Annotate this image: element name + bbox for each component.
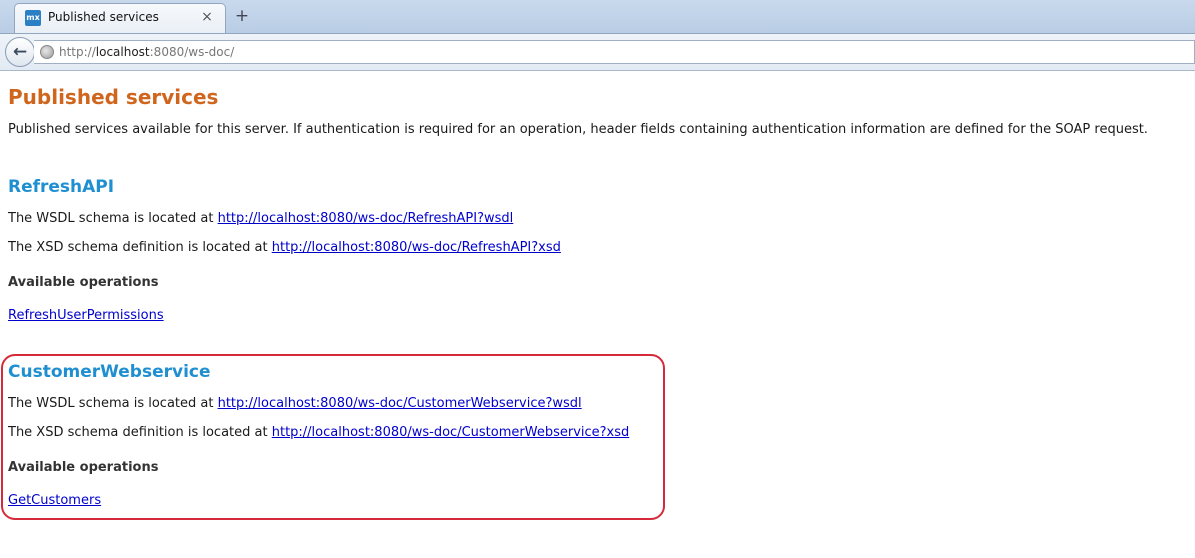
xsd-line: The XSD schema definition is located at …	[8, 240, 561, 255]
wsdl-link[interactable]: http://localhost:8080/ws-doc/RefreshAPI?…	[218, 211, 514, 226]
address-bar[interactable]: http://localhost:8080/ws-doc/	[34, 40, 1195, 64]
page-title: Published services	[8, 85, 219, 109]
mendix-favicon-icon: mx	[25, 10, 41, 26]
url-rest: :8080/ws-doc/	[149, 45, 235, 59]
xsd-label: The XSD schema definition is located at	[8, 240, 272, 255]
globe-icon	[40, 45, 54, 59]
highlight-annotation	[1, 354, 665, 520]
url-text[interactable]: http://localhost:8080/ws-doc/	[59, 45, 234, 59]
browser-tab[interactable]: mx Published services ×	[14, 3, 226, 33]
url-host: localhost	[95, 45, 150, 59]
navigation-bar: ← http://localhost:8080/ws-doc/	[0, 33, 1195, 71]
tab-title: Published services	[48, 10, 159, 24]
service-name: RefreshAPI	[8, 177, 115, 197]
close-tab-icon[interactable]: ×	[199, 9, 215, 25]
wsdl-label: The WSDL schema is located at	[8, 211, 218, 226]
url-prefix: http://	[59, 45, 96, 59]
back-arrow-icon[interactable]: ←	[5, 37, 35, 67]
intro-text: Published services available for this se…	[8, 122, 1148, 137]
wsdl-line: The WSDL schema is located at http://loc…	[8, 211, 513, 226]
tab-strip: mx Published services × +	[0, 0, 1195, 33]
xsd-link[interactable]: http://localhost:8080/ws-doc/RefreshAPI?…	[272, 240, 561, 255]
new-tab-icon[interactable]: +	[232, 6, 252, 26]
available-operations-heading: Available operations	[8, 275, 159, 290]
operation-link[interactable]: RefreshUserPermissions	[8, 308, 164, 323]
